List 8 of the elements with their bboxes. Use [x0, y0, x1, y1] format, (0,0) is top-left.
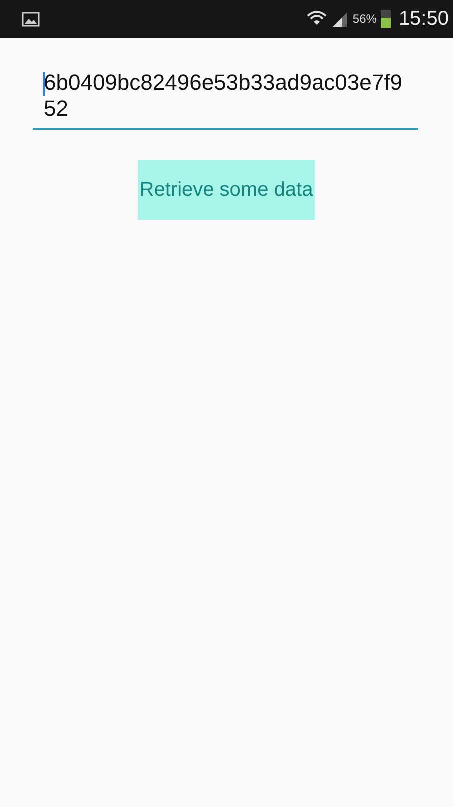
battery-icon	[380, 10, 391, 28]
signal-icon	[330, 11, 349, 27]
retrieve-data-button[interactable]: Retrieve some data	[138, 160, 316, 220]
input-field[interactable]: 6b0409bc82496e53b33ad9ac03e7f952	[33, 70, 418, 130]
status-time: 15:50	[398, 8, 449, 30]
image-icon	[22, 12, 40, 26]
battery-percentage: 56%	[352, 12, 377, 26]
wifi-icon	[306, 10, 327, 28]
